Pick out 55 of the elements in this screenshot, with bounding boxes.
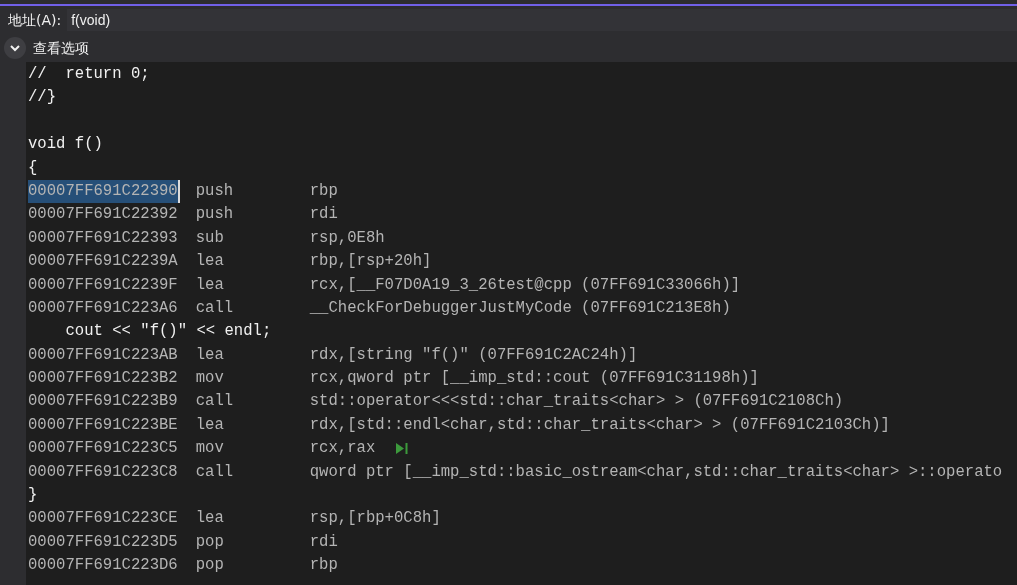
operands: rbp,[rsp+20h] bbox=[309, 251, 432, 273]
address-label: 地址(A): bbox=[8, 10, 62, 30]
operands: rcx,rax bbox=[309, 438, 376, 460]
operands: qword ptr [__imp_std::basic_ostream<char,std::char_traits<char> >::operato bbox=[309, 461, 1003, 483]
operands: __CheckForDebuggerJustMyCode (07FF691C213E8h) bbox=[309, 297, 731, 319]
operands: rbp bbox=[309, 555, 338, 577]
instruction-address: 00007FF691C223C5 bbox=[28, 438, 179, 460]
source-line: cout << "f()" << endl; bbox=[64, 321, 272, 343]
mnemonic: pop bbox=[195, 555, 225, 577]
mnemonic: call bbox=[195, 297, 235, 319]
operands: rdi bbox=[309, 531, 338, 553]
mnemonic: lea bbox=[195, 414, 225, 436]
mnemonic: mov bbox=[195, 438, 225, 460]
address-field[interactable]: f(void) bbox=[67, 9, 1017, 31]
operands: rsp,[rbp+0C8h] bbox=[309, 508, 441, 530]
mnemonic: lea bbox=[195, 344, 225, 366]
instruction-address: 00007FF691C22392 bbox=[28, 204, 179, 226]
mnemonic: mov bbox=[195, 368, 225, 390]
instruction-address: 00007FF691C223A6 bbox=[28, 297, 179, 319]
instruction-address: 00007FF691C223BE bbox=[28, 414, 179, 436]
instruction-address: 00007FF691C22393 bbox=[28, 227, 179, 249]
mnemonic: lea bbox=[195, 508, 225, 530]
chevron-icon[interactable] bbox=[4, 37, 26, 59]
operands: std::operator<<<std::char_traits<char> > (07FF691C2108Ch) bbox=[309, 391, 844, 413]
instruction-address: 00007FF691C2239F bbox=[28, 274, 179, 296]
mnemonic: sub bbox=[195, 227, 225, 249]
mnemonic: pop bbox=[195, 531, 225, 553]
operands: rsp,0E8h bbox=[309, 227, 385, 249]
source-line: { bbox=[28, 157, 38, 179]
instruction-address: 00007FF691C223AB bbox=[28, 344, 179, 366]
operands: rdi bbox=[309, 204, 338, 226]
source-line: void f() bbox=[28, 134, 103, 156]
operands: rcx,qword ptr [__imp_std::cout (07FF691C31198h)] bbox=[309, 368, 759, 390]
instruction-address: 00007FF691C2239A bbox=[28, 251, 179, 273]
operands: rdx,[string "f()" (07FF691C2AC24h)] bbox=[309, 344, 638, 366]
instruction-address: 00007FF691C223D6 bbox=[28, 555, 179, 577]
source-line: // return 0; bbox=[28, 64, 150, 85]
instruction-address: 00007FF691C223D5 bbox=[28, 531, 179, 553]
view-options-label[interactable]: 查看选项 bbox=[33, 37, 89, 59]
mnemonic: lea bbox=[195, 251, 225, 273]
mnemonic: push bbox=[195, 180, 235, 202]
instruction-address: 00007FF691C223CE bbox=[28, 508, 179, 530]
instruction-address: 00007FF691C223B9 bbox=[28, 391, 179, 413]
operands: rbp bbox=[309, 180, 338, 202]
operands: rcx,[__F07D0A19_3_26test@cpp (07FF691C33066h)] bbox=[309, 274, 741, 296]
instruction-address: 00007FF691C22390 bbox=[28, 179, 180, 204]
mnemonic: lea bbox=[195, 274, 225, 296]
instruction-address: 00007FF691C223B2 bbox=[28, 368, 179, 390]
operands: rdx,[std::endl<char,std::char_traits<char> > (07FF691C2103Ch)] bbox=[309, 414, 890, 436]
mnemonic: call bbox=[195, 461, 235, 483]
mnemonic: call bbox=[195, 391, 235, 413]
mnemonic: push bbox=[195, 204, 235, 226]
source-line: } bbox=[28, 485, 38, 507]
instruction-address: 00007FF691C223C8 bbox=[28, 461, 179, 483]
source-line: //} bbox=[28, 87, 57, 109]
